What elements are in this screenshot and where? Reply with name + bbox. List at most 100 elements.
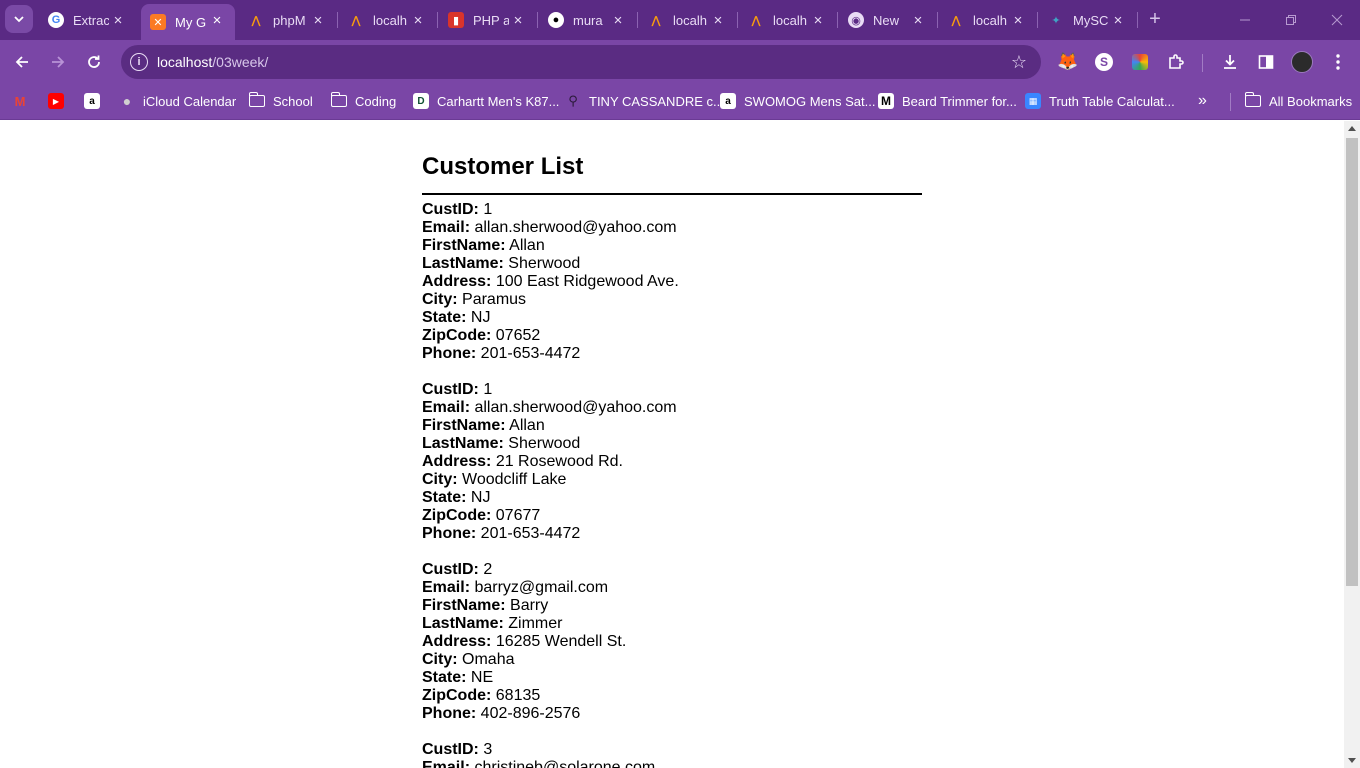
bookmark-folder-school[interactable]: School <box>248 91 313 111</box>
download-icon[interactable] <box>1218 50 1242 74</box>
field-key: CustID: <box>422 561 479 578</box>
customer-field: ZipCode: 07677 <box>422 507 922 525</box>
field-key: State: <box>422 309 467 326</box>
forward-button[interactable] <box>44 48 72 76</box>
bookmark-icloud-calendar[interactable]: ● iCloud Calendar <box>119 91 236 111</box>
address-bar[interactable]: i localhost/03week/ ☆ <box>121 45 1041 79</box>
tab-2[interactable]: ⋀ phpM × <box>240 4 336 36</box>
s-extension-icon[interactable]: S <box>1092 50 1116 74</box>
close-icon[interactable]: × <box>1110 12 1126 29</box>
reload-icon <box>88 55 100 68</box>
customer-field: LastName: Sherwood <box>422 255 922 273</box>
tab-5[interactable]: ● mura × <box>540 4 636 36</box>
bookmark-beard-trimmer[interactable]: M Beard Trimmer for... <box>878 91 1017 111</box>
field-value: 21 Rosewood Rd. <box>495 453 623 470</box>
customer-field: CustID: 1 <box>422 201 922 219</box>
tab-6[interactable]: ⋀ localh × <box>640 4 736 36</box>
phpmyadmin-icon: ⋀ <box>751 14 761 27</box>
field-key: FirstName: <box>422 597 506 614</box>
tab-label: MySC <box>1073 12 1109 28</box>
scrollbar-thumb[interactable] <box>1346 138 1358 586</box>
close-icon[interactable]: × <box>810 12 826 29</box>
tab-9[interactable]: ⋀ localh × <box>940 4 1036 36</box>
bookmark-youtube[interactable]: ▶ <box>48 91 72 111</box>
site-info-icon[interactable]: i <box>130 53 148 71</box>
close-icon[interactable]: × <box>209 12 225 29</box>
url-path: /03week/ <box>212 54 269 70</box>
bookmark-truth-table[interactable]: ▦ Truth Table Calculat... <box>1025 91 1175 111</box>
customer-record: CustID: 1 Email: allan.sherwood@yahoo.com… <box>422 381 922 543</box>
bookmark-swomog[interactable]: a SWOMOG Mens Sat... <box>720 91 875 111</box>
folder-icon <box>248 92 265 109</box>
field-value: 3 <box>483 741 493 758</box>
customer-record: CustID: 3 Email: christineb@solarone.com <box>422 741 922 768</box>
scroll-down-arrow-icon[interactable] <box>1348 758 1356 763</box>
more-menu-icon[interactable] <box>1326 50 1350 74</box>
tab-7[interactable]: ⋀ localh × <box>740 4 836 36</box>
back-button[interactable] <box>8 48 36 76</box>
minimize-button[interactable] <box>1222 6 1268 34</box>
back-arrow-icon <box>15 56 28 68</box>
extensions-puzzle-icon[interactable] <box>1164 50 1188 74</box>
close-icon[interactable]: × <box>1010 12 1026 29</box>
side-panel-icon[interactable] <box>1254 50 1278 74</box>
tab-separator <box>537 12 538 28</box>
field-value: 402-896-2576 <box>480 705 581 722</box>
address-url[interactable]: localhost/03week/ <box>157 54 268 70</box>
field-key: Address: <box>422 633 492 650</box>
close-icon[interactable]: × <box>310 12 326 29</box>
field-value: 16285 Wendell St. <box>495 633 627 650</box>
tab-4[interactable]: ▮ PHP a × <box>440 4 536 36</box>
phpmyadmin-icon: ⋀ <box>651 14 661 27</box>
xampp-icon: ✕ <box>150 14 166 30</box>
close-icon[interactable]: × <box>610 12 626 29</box>
tab-0[interactable]: G Extrac × <box>40 4 136 36</box>
bookmark-tiny-cassandre[interactable]: ⚲ TINY CASSANDRE c... <box>565 91 724 111</box>
close-icon[interactable]: × <box>110 12 126 29</box>
restore-icon <box>1286 15 1296 25</box>
bookmark-label: School <box>273 93 313 109</box>
chevron-double-right-icon: » <box>1198 92 1207 109</box>
profile-avatar[interactable] <box>1290 50 1314 74</box>
field-value: 201-653-4472 <box>480 525 581 542</box>
reload-button[interactable] <box>80 48 108 76</box>
scroll-up-arrow-icon[interactable] <box>1348 126 1356 131</box>
bookmarks-overflow-button[interactable]: » <box>1198 91 1207 111</box>
bookmark-amazon[interactable]: a <box>84 91 108 111</box>
field-value: Sherwood <box>508 255 581 272</box>
customer-record: CustID: 1 Email: allan.sherwood@yahoo.com… <box>422 201 922 363</box>
bookmark-star-icon[interactable]: ☆ <box>1011 52 1027 73</box>
close-icon[interactable]: × <box>510 12 526 29</box>
bookmark-carhartt[interactable]: D Carhartt Men's K87... <box>413 91 559 111</box>
customer-field: Address: 16285 Wendell St. <box>422 633 922 651</box>
bookmarks-separator <box>1230 93 1231 111</box>
bookmark-folder-coding[interactable]: Coding <box>330 91 396 111</box>
restore-button[interactable] <box>1268 6 1314 34</box>
tab-3[interactable]: ⋀ localh × <box>340 4 436 36</box>
field-value: Barry <box>510 597 549 614</box>
new-tab-button[interactable]: + <box>1144 8 1166 30</box>
color-extension-icon[interactable] <box>1128 50 1152 74</box>
tab-separator <box>337 12 338 28</box>
close-icon[interactable]: × <box>410 12 426 29</box>
tab-search-button[interactable] <box>5 5 33 33</box>
customer-field: Email: christineb@solarone.com <box>422 759 922 768</box>
field-key: City: <box>422 651 458 668</box>
tab-8[interactable]: ◉ New × <box>840 4 936 36</box>
metamask-extension-icon[interactable]: 🦊 <box>1056 50 1080 74</box>
close-icon[interactable]: × <box>710 12 726 29</box>
window-close-button[interactable] <box>1314 6 1360 34</box>
close-icon[interactable]: × <box>910 12 926 29</box>
customer-field: City: Omaha <box>422 651 922 669</box>
amazon-icon: a <box>84 93 100 109</box>
tab-1[interactable]: ✕ My G × <box>141 4 235 40</box>
vertical-scrollbar[interactable] <box>1344 121 1360 768</box>
tab-label: mura <box>573 12 603 28</box>
field-key: ZipCode: <box>422 507 492 524</box>
field-value: 2 <box>483 561 493 578</box>
field-value: 1 <box>483 201 493 218</box>
bookmark-gmail[interactable]: M <box>12 91 36 111</box>
all-bookmarks-button[interactable]: All Bookmarks <box>1244 91 1352 111</box>
tab-10[interactable]: ✦ MySC × <box>1040 4 1136 36</box>
field-value: 07677 <box>495 507 541 524</box>
